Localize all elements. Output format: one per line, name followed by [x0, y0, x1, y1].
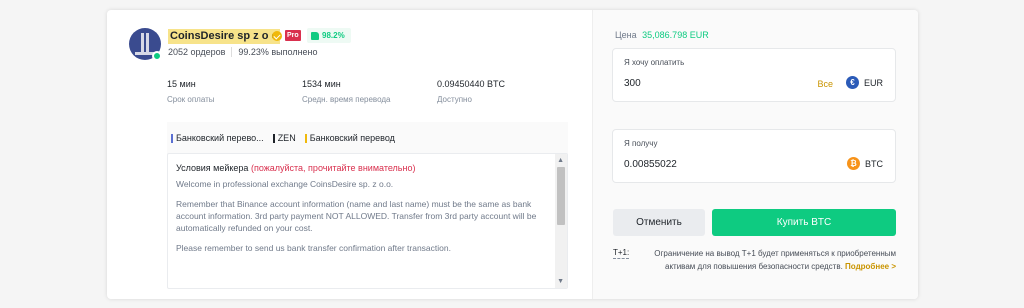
- method-color-bar: [171, 133, 173, 143]
- stat-value: 1534 мин: [302, 79, 341, 89]
- method-label: ZEN: [277, 133, 296, 143]
- merchant-stats: 2052 ордеров 99.23% выполнено: [168, 47, 318, 57]
- price-value: 35,086.798 EUR: [642, 30, 709, 40]
- receive-amount-field[interactable]: Я получу 0.00855022 ₿ BTC: [612, 129, 896, 183]
- stat-label: Доступно: [437, 95, 472, 104]
- method-color-bar: [304, 133, 307, 143]
- payment-methods: Банковский перево... ZEN Банковский пере…: [167, 122, 568, 154]
- thumbs-up-icon: [311, 31, 319, 40]
- p2p-offer-card: CoinsDesire sp z o o Pro 98.2% 2052 орде…: [107, 10, 918, 299]
- offer-details: CoinsDesire sp z o o Pro 98.2% 2052 орде…: [107, 10, 592, 299]
- bitcoin-coin-icon: ₿: [847, 157, 860, 170]
- all-button[interactable]: Все: [817, 79, 833, 89]
- terms-paragraph: Remember that Binance account informatio…: [176, 199, 537, 233]
- maker-terms-box[interactable]: Условия мейкера (пожалуйста, прочитайте …: [167, 153, 568, 289]
- pay-currency: € EUR: [845, 76, 883, 89]
- method-label: Банковский перево...: [176, 133, 264, 143]
- terms-paragraph: Please remember to send us bank transfer…: [176, 243, 451, 253]
- terms-paragraph: Welcome in professional exchange CoinsDe…: [176, 179, 394, 189]
- rating-value: 98.2%: [322, 31, 345, 40]
- euro-coin-icon: €: [845, 76, 859, 89]
- terms-warning: (пожалуйста, прочитайте внимательно): [250, 163, 416, 173]
- orders-count: 2052 ордеров: [168, 47, 226, 57]
- online-status-icon: [152, 51, 162, 61]
- t1-label[interactable]: T+1:: [613, 248, 630, 259]
- receive-field-label: Я получу: [624, 139, 658, 148]
- stat-payment-time: 15 мин Срок оплаты: [167, 78, 215, 104]
- pay-field-value[interactable]: 300: [624, 78, 641, 89]
- completion-rate: 99.23% выполнено: [238, 47, 318, 57]
- receive-currency: ₿ BTC: [847, 157, 883, 170]
- pay-amount-field[interactable]: Я хочу оплатить 300 Все € EUR: [612, 48, 896, 102]
- method-color-bar: [272, 133, 275, 143]
- withdrawal-notice: Ограничение на вывод T+1 будет применять…: [651, 247, 896, 273]
- payment-method-bank-transfer-1: Банковский перево...: [171, 133, 264, 143]
- rating-badge: 98.2%: [307, 28, 351, 43]
- terms-body: Welcome in professional exchange CoinsDe…: [176, 178, 554, 254]
- stat-available: 0.09450440 BTC Доступно: [437, 78, 505, 104]
- pay-currency-label: EUR: [863, 77, 883, 88]
- stat-value: 15 мин: [167, 79, 196, 89]
- terms-scrollbar[interactable]: ▲ ▼: [555, 154, 567, 288]
- pay-field-label: Я хочу оплатить: [624, 58, 685, 67]
- order-panel: Цена 35,086.798 EUR Я хочу оплатить 300 …: [592, 10, 918, 299]
- price-label: Цена: [615, 30, 637, 40]
- receive-currency-label: BTC: [865, 158, 883, 169]
- payment-method-zen: ZEN: [272, 133, 296, 143]
- cancel-button[interactable]: Отменить: [613, 209, 705, 236]
- stat-label: Срок оплаты: [167, 95, 215, 104]
- method-label: Банковский перевод: [309, 133, 395, 143]
- stat-avg-transfer-time: 1534 мин Средн. время перевода: [302, 78, 390, 104]
- divider: [231, 47, 233, 57]
- scroll-up-icon[interactable]: ▲: [557, 157, 564, 164]
- scrollbar-thumb[interactable]: [557, 167, 565, 225]
- price-row: Цена 35,086.798 EUR: [615, 30, 709, 40]
- stat-value: 0.09450440 BTC: [437, 79, 506, 89]
- pro-badge: Pro: [285, 30, 301, 41]
- stat-label: Средн. время перевода: [302, 95, 391, 104]
- scroll-down-icon[interactable]: ▼: [557, 278, 564, 285]
- receive-field-value[interactable]: 0.00855022: [624, 159, 677, 170]
- learn-more-link[interactable]: Подробнее >: [845, 262, 896, 271]
- buy-btc-button[interactable]: Купить BTC: [712, 209, 896, 236]
- terms-title: Условия мейкера (пожалуйста, прочитайте …: [176, 162, 554, 174]
- terms-title-text: Условия мейкера: [176, 163, 249, 173]
- payment-method-bank-transfer-2: Банковский перевод: [304, 133, 395, 143]
- merchant-name[interactable]: CoinsDesire sp z o o: [168, 29, 281, 44]
- verified-icon: [272, 31, 282, 41]
